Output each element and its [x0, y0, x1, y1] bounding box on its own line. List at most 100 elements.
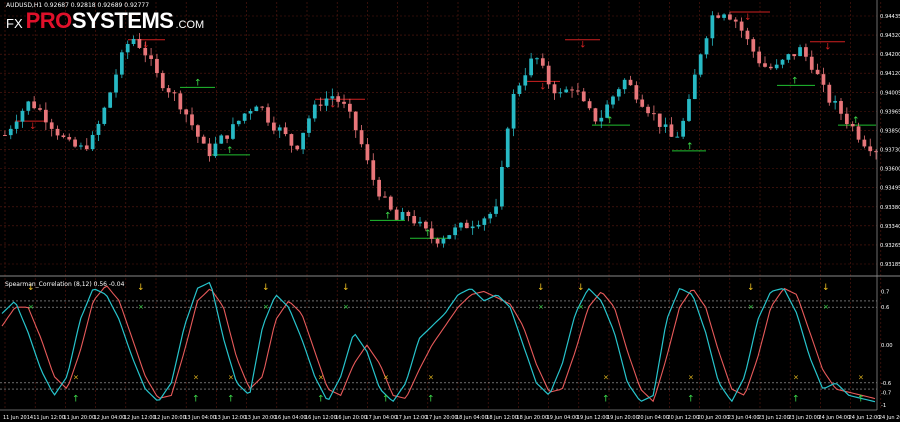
candle-body — [108, 92, 113, 108]
candle-body — [821, 74, 826, 85]
candle-body — [482, 218, 487, 225]
candle-body — [213, 143, 218, 157]
candle-body — [792, 54, 797, 57]
candle-body — [400, 211, 405, 220]
candle-body — [535, 58, 539, 60]
candle-body — [593, 108, 598, 122]
logo-pro: PRO — [25, 8, 73, 33]
time-tick-label: 16 Jun 20:00 — [335, 415, 367, 421]
candle-body — [359, 130, 364, 145]
candle-body — [377, 179, 381, 197]
candle-body — [119, 52, 124, 75]
candle-body — [500, 167, 504, 207]
cross-marker: × — [383, 374, 389, 382]
candle-body — [73, 139, 77, 147]
candle-body — [675, 136, 680, 138]
candle-body — [552, 84, 557, 94]
candle-body — [353, 111, 358, 131]
candle-body — [540, 58, 545, 66]
buy-arrow: ↑ — [852, 116, 860, 126]
candle-body — [277, 127, 282, 131]
down-arrow-marker: ↓ — [577, 283, 585, 293]
down-arrow-marker: ↓ — [537, 283, 545, 293]
candle-body — [494, 206, 498, 214]
down-arrow-marker: ↓ — [137, 283, 145, 293]
candle-body — [622, 79, 627, 90]
candle-body — [698, 54, 703, 75]
candle-body — [20, 110, 25, 122]
indicator-tick-label: 0.6 — [881, 305, 889, 311]
candle-body — [745, 30, 750, 40]
price-tick-label: 0.93340 — [880, 224, 900, 230]
indicator-tick-label: 0.7 — [881, 289, 889, 295]
candle-body — [14, 121, 19, 129]
candle-body — [692, 74, 697, 100]
buy-arrow: ↑ — [606, 116, 614, 126]
candle-body — [388, 196, 393, 210]
logo-com: .COM — [175, 19, 205, 31]
sell-arrow: ↓ — [744, 13, 752, 23]
sell-arrow: ↓ — [539, 82, 547, 92]
candle-body — [231, 124, 235, 139]
candle-body — [780, 59, 785, 65]
price-tick-label: 0.93185 — [880, 262, 900, 268]
candle-body — [195, 125, 200, 137]
up-arrow-marker: ↑ — [192, 395, 200, 405]
candle-body — [43, 109, 48, 123]
up-arrow-marker: ↑ — [427, 395, 435, 405]
candle-body — [815, 69, 820, 75]
candle-body — [757, 51, 762, 64]
candle-body — [271, 122, 276, 131]
candle-body — [160, 73, 165, 89]
candle-body — [663, 124, 668, 127]
time-tick-label: 13 Jun 20:00 — [245, 415, 277, 421]
time-tick-label: 18 Jun 04:00 — [456, 415, 488, 421]
candle-body — [839, 101, 843, 114]
candle-body — [459, 222, 463, 228]
candle-body — [342, 101, 346, 104]
cross-marker: × — [343, 303, 349, 311]
cross-marker: × — [318, 374, 324, 382]
time-tick-label: 17 Jun 12:00 — [396, 415, 428, 421]
candle-body — [61, 135, 66, 138]
time-tick-label: 23 Jun 20:00 — [788, 415, 820, 421]
cross-marker: × — [538, 303, 544, 311]
candle-body — [336, 96, 341, 102]
time-tick-label: 12 Jun 20:00 — [154, 415, 186, 421]
indicator-label: Spearman_Correlation (8,12) 0.56 -0.04 — [5, 281, 125, 288]
buy-arrow: ↑ — [424, 229, 432, 239]
cross-marker: × — [578, 303, 584, 311]
candle-body — [383, 196, 387, 198]
cross-marker: × — [603, 374, 609, 382]
up-arrow-marker: ↑ — [857, 395, 865, 405]
candle-body — [570, 89, 574, 91]
time-tick-label: 16 Jun 12:00 — [305, 415, 337, 421]
candle-body — [348, 103, 352, 112]
candle-body — [581, 91, 586, 102]
candle-body — [225, 135, 229, 139]
candle-body — [687, 99, 691, 121]
cross-marker: × — [263, 303, 269, 311]
trading-chart[interactable]: ↓↓↓↓↓↓↓↑↑↑↑↑↑↑↑ ↓×↓×↓×↓×↓×↓×↓×↓××↑×↑×↑×↑… — [0, 0, 900, 422]
candle-body — [798, 47, 802, 57]
price-tick-label: 0.93265 — [880, 243, 900, 249]
time-tick-label: 19 Jun 04:00 — [547, 415, 579, 421]
time-tick-label: 11 Jun 12:00 — [33, 415, 65, 421]
sell-arrow: ↓ — [824, 43, 832, 53]
price-tick-label: 0.94435 — [880, 14, 900, 20]
candle-body — [67, 137, 72, 140]
candle-body — [32, 101, 37, 109]
candle-body — [184, 109, 189, 115]
candle-body — [79, 145, 83, 147]
time-tick-label: 24 Jun 20:00 — [879, 415, 900, 421]
time-tick-label: 23 Jun 12:00 — [758, 415, 790, 421]
candle-body — [786, 54, 791, 60]
candle-body — [523, 75, 528, 86]
candle-body — [827, 84, 832, 103]
candle-body — [716, 15, 721, 18]
candle-body — [652, 113, 656, 115]
time-tick-label: 18 Jun 12:00 — [486, 415, 518, 421]
candle-body — [657, 113, 662, 127]
candle-body — [669, 124, 674, 137]
candle-body — [564, 89, 569, 93]
